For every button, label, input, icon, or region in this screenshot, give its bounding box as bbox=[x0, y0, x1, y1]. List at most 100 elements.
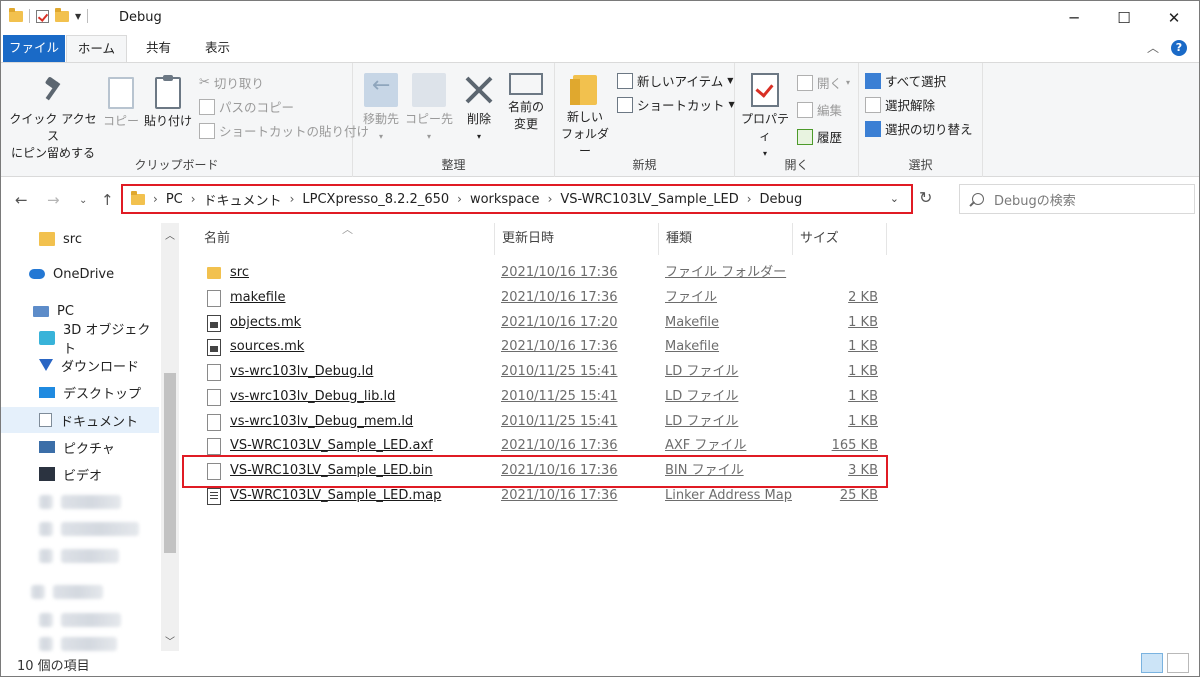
new-item-button[interactable]: 新しいアイテム ▼ bbox=[617, 71, 733, 90]
makefile-icon bbox=[207, 338, 221, 356]
scrollbar-thumb[interactable] bbox=[164, 373, 176, 553]
breadcrumb-project[interactable]: VS-WRC103LV_Sample_LED bbox=[560, 192, 738, 207]
maximize-button[interactable]: ☐ bbox=[1099, 1, 1149, 35]
nav-item-downloads[interactable]: ダウンロード bbox=[1, 352, 161, 378]
file-row[interactable]: vs-wrc103lv_Debug_mem.ld 2010/11/25 15:4… bbox=[197, 410, 887, 434]
file-name: objects.mk bbox=[230, 315, 302, 330]
edit-button[interactable]: 編集 bbox=[797, 100, 842, 119]
paste-icon bbox=[155, 75, 181, 109]
download-icon bbox=[39, 359, 53, 371]
new-folder-quick-icon[interactable] bbox=[55, 7, 69, 22]
group-label-select: 選択 bbox=[908, 158, 933, 172]
new-folder-button[interactable]: 新しい フォルダー bbox=[559, 75, 611, 160]
file-row[interactable]: makefile 2021/10/16 17:36 ファイル 2 KB bbox=[197, 286, 887, 310]
videos-icon bbox=[39, 467, 55, 481]
file-size bbox=[793, 261, 878, 285]
file-name: makefile bbox=[230, 290, 286, 305]
cut-button[interactable]: ✂ 切り取り bbox=[199, 73, 264, 92]
navigation-bar: ← → ⌄ ↑ › PC › ドキュメント › LPCXpresso_8.2.2… bbox=[1, 181, 1199, 221]
file-row[interactable]: sources.mk 2021/10/16 17:36 Makefile 1 K… bbox=[197, 335, 887, 359]
file-date: 2021/10/16 17:36 bbox=[501, 290, 618, 305]
tab-view[interactable]: 表示 bbox=[193, 35, 242, 62]
help-icon[interactable]: ? bbox=[1171, 39, 1187, 56]
tab-home[interactable]: ホーム bbox=[66, 35, 127, 62]
file-name: vs-wrc103lv_Debug_lib.ld bbox=[230, 389, 396, 404]
copy-button[interactable]: コピー bbox=[101, 77, 141, 130]
select-none-button[interactable]: 選択解除 bbox=[865, 95, 935, 114]
column-header-size[interactable]: サイズ bbox=[793, 223, 887, 255]
details-view-icon[interactable] bbox=[1141, 653, 1163, 673]
forward-arrow-icon[interactable]: → bbox=[47, 191, 60, 209]
scroll-up-icon[interactable]: ︿ bbox=[165, 227, 175, 242]
column-header-name[interactable]: 名前 bbox=[197, 223, 495, 255]
tab-file[interactable]: ファイル bbox=[3, 35, 65, 62]
nav-item-pictures[interactable]: ピクチャ bbox=[1, 434, 161, 460]
file-row[interactable]: src 2021/10/16 17:36 ファイル フォルダー bbox=[197, 261, 887, 285]
ribbon-right-controls: ︿ ? bbox=[1147, 39, 1187, 56]
breadcrumb-documents[interactable]: ドキュメント bbox=[204, 190, 282, 209]
scroll-down-icon[interactable]: ﹀ bbox=[165, 633, 175, 648]
open-button[interactable]: 開く ▾ bbox=[797, 73, 850, 92]
properties-quick-icon[interactable] bbox=[36, 9, 49, 23]
history-button[interactable]: 履歴 bbox=[797, 127, 842, 146]
copy-path-icon bbox=[199, 98, 215, 115]
tab-share[interactable]: 共有 bbox=[134, 35, 183, 62]
file-row[interactable]: objects.mk 2021/10/16 17:20 Makefile 1 K… bbox=[197, 311, 887, 335]
group-label-new: 新規 bbox=[632, 158, 657, 172]
properties-button[interactable]: プロパティ ▾ bbox=[737, 73, 793, 162]
refresh-icon[interactable]: ↻ bbox=[919, 188, 932, 207]
rename-button[interactable]: 名前の 変更 bbox=[503, 73, 549, 133]
customize-toolbar-icon[interactable]: ▼ bbox=[75, 12, 81, 21]
blurred-icon bbox=[39, 637, 53, 651]
close-button[interactable]: ✕ bbox=[1149, 1, 1199, 35]
up-arrow-icon[interactable]: ↑ bbox=[101, 191, 114, 209]
breadcrumb-debug[interactable]: Debug bbox=[760, 192, 803, 207]
paste-button[interactable]: 貼り付け bbox=[143, 75, 193, 130]
search-box[interactable]: Debugの検索 bbox=[959, 184, 1195, 214]
scissors-icon: ✂ bbox=[199, 75, 210, 90]
breadcrumb-lpcxpresso[interactable]: LPCXpresso_8.2.2_650 bbox=[302, 192, 449, 207]
nav-item-videos[interactable]: ビデオ bbox=[1, 461, 161, 487]
copy-to-button[interactable]: コピー先 ▾ bbox=[405, 73, 453, 145]
recent-locations-icon[interactable]: ⌄ bbox=[79, 195, 87, 206]
delete-button[interactable]: 削除 ▾ bbox=[457, 73, 501, 145]
select-all-icon bbox=[865, 72, 881, 89]
quick-access-toolbar: ▼ bbox=[9, 7, 89, 23]
file-row[interactable]: vs-wrc103lv_Debug.ld 2010/11/25 15:41 LD… bbox=[197, 360, 887, 384]
nav-item-documents[interactable]: ドキュメント bbox=[1, 407, 159, 433]
breadcrumb-workspace[interactable]: workspace bbox=[470, 192, 540, 207]
move-to-button[interactable]: 移動先 ▾ bbox=[359, 73, 403, 145]
nav-item-onedrive[interactable]: OneDrive bbox=[1, 261, 161, 287]
nav-item-src[interactable]: src bbox=[1, 226, 161, 252]
map-icon bbox=[207, 487, 221, 505]
nav-item-3d-objects[interactable]: 3D オブジェクト bbox=[1, 323, 161, 357]
chevron-down-icon[interactable]: ⌄ bbox=[890, 192, 899, 205]
file-size: 1 KB bbox=[848, 389, 878, 404]
ribbon: クイック アクセス にピン留めする コピー 貼り付け ✂ 切り取り パスのコピー bbox=[1, 62, 1199, 177]
group-new: 新しい フォルダー 新しいアイテム ▼ ショートカット ▼ 新規 bbox=[555, 63, 735, 177]
documents-icon bbox=[39, 413, 52, 427]
minimize-button[interactable]: ─ bbox=[1049, 1, 1099, 35]
column-header-type[interactable]: 種類 bbox=[659, 223, 793, 255]
nav-item-desktop[interactable]: デスクトップ bbox=[1, 379, 161, 405]
file-icon bbox=[207, 388, 221, 406]
back-arrow-icon[interactable]: ← bbox=[15, 191, 28, 209]
highlight-box bbox=[182, 455, 888, 488]
address-bar[interactable]: › PC › ドキュメント › LPCXpresso_8.2.2_650 › w… bbox=[121, 184, 913, 214]
shortcut-button[interactable]: ショートカット ▼ bbox=[617, 95, 735, 114]
paste-shortcut-button[interactable]: ショートカットの貼り付け bbox=[199, 121, 369, 140]
invert-selection-button[interactable]: 選択の切り替え bbox=[865, 119, 973, 138]
collapse-ribbon-icon[interactable]: ︿ bbox=[1147, 39, 1159, 56]
file-row[interactable]: vs-wrc103lv_Debug_lib.ld 2010/11/25 15:4… bbox=[197, 385, 887, 409]
file-type: LD ファイル bbox=[665, 414, 739, 429]
select-all-button[interactable]: すべて選択 bbox=[865, 71, 946, 90]
properties-icon bbox=[751, 73, 779, 107]
nav-pane-scrollbar[interactable]: ︿ ﹀ bbox=[161, 223, 179, 651]
folder-icon bbox=[207, 267, 221, 279]
folder-icon bbox=[39, 232, 55, 246]
large-icons-view-icon[interactable] bbox=[1167, 653, 1189, 673]
pin-quick-access-button[interactable]: クイック アクセス にピン留めする bbox=[7, 77, 99, 162]
breadcrumb-pc[interactable]: PC bbox=[166, 192, 183, 207]
column-header-date[interactable]: 更新日時 bbox=[495, 223, 659, 255]
copy-path-button[interactable]: パスのコピー bbox=[199, 97, 294, 116]
